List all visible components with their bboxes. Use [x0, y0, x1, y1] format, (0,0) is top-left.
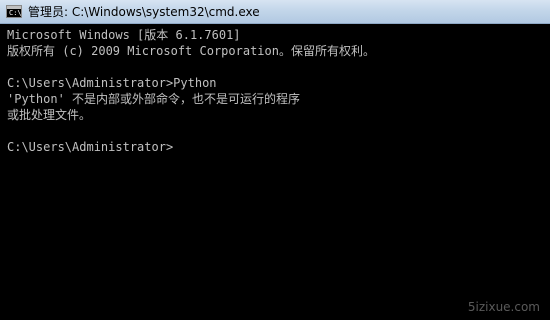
title-bar[interactable]: C:\ 管理员: C:\Windows\system32\cmd.exe	[0, 0, 550, 24]
console-prompt[interactable]: C:\Users\Administrator>	[7, 139, 550, 155]
console-output[interactable]: Microsoft Windows [版本 6.1.7601] 版权所有 (c)…	[0, 24, 550, 320]
icon-prompt: C:\	[9, 9, 22, 17]
cmd-window: C:\ 管理员: C:\Windows\system32\cmd.exe Mic…	[0, 0, 550, 320]
console-line-version: Microsoft Windows [版本 6.1.7601]	[7, 28, 241, 42]
site-watermark: 5izixue.com	[467, 300, 540, 314]
console-line-command: C:\Users\Administrator>Python	[7, 76, 217, 90]
cmd-console-icon[interactable]: C:\	[6, 5, 22, 18]
console-line-error-cont: 或批处理文件。	[7, 108, 92, 122]
console-line-copyright: 版权所有 (c) 2009 Microsoft Corporation。保留所有…	[7, 44, 375, 58]
window-title: 管理员: C:\Windows\system32\cmd.exe	[28, 5, 260, 19]
console-line-error: 'Python' 不是内部或外部命令，也不是可运行的程序	[7, 92, 301, 106]
